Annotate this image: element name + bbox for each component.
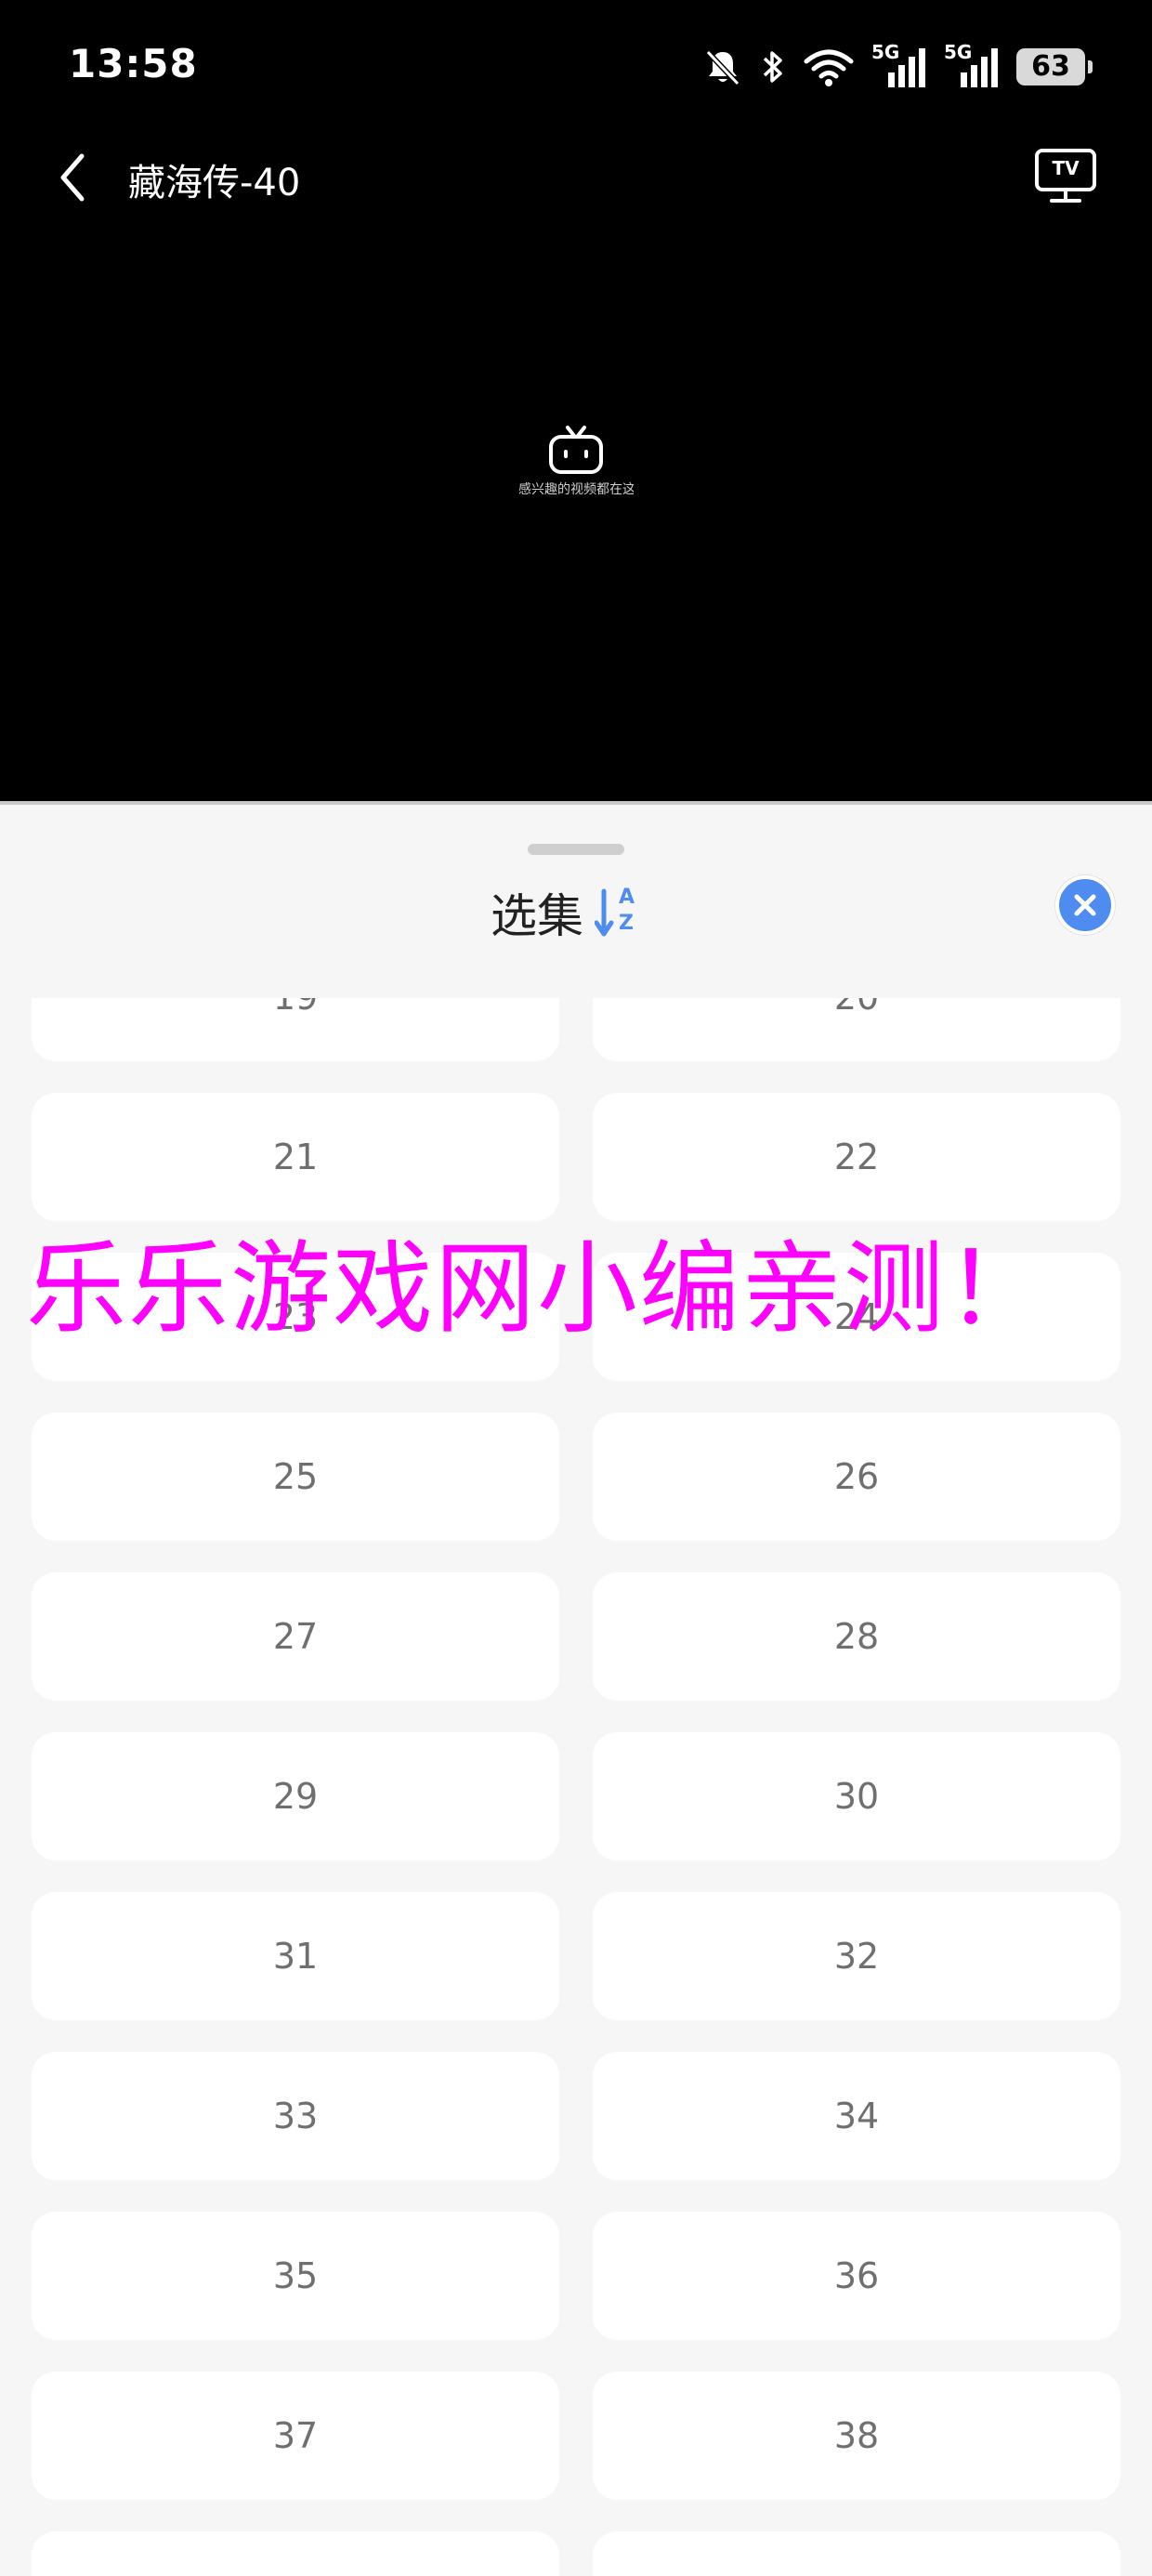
nav-bar: 藏海传-40 TV — [0, 139, 1152, 214]
close-icon — [1074, 894, 1096, 916]
episode-item[interactable]: 29 — [32, 1732, 559, 1860]
episode-label: 28 — [833, 1616, 880, 1657]
episode-grid: 19 20 21 22 23 24 25 26 27 28 29 30 31 32 33 34 35 36 37 38… — [32, 998, 1120, 2576]
episode-item[interactable]: 33 — [32, 2052, 559, 2180]
episode-label: 31 — [272, 1936, 319, 1977]
wifi-icon — [804, 49, 854, 86]
episode-sheet: 选集 A Z 19 20 21 22 23 24 25 26 27 28 29 30 31 32 33 34 3… — [0, 801, 1152, 2576]
episode-label: 20 — [834, 998, 879, 1018]
episode-item[interactable]: 20 — [593, 998, 1120, 1061]
episode-item[interactable]: 32 — [593, 1892, 1120, 2020]
episode-item[interactable]: 36 — [593, 2212, 1120, 2340]
video-title: 藏海传-40 — [128, 162, 301, 204]
episode-label: 33 — [272, 2096, 319, 2136]
close-sheet-button[interactable] — [1055, 875, 1115, 935]
episode-item[interactable]: 39 — [32, 2531, 559, 2576]
episode-label: 29 — [272, 1776, 319, 1817]
sheet-title: 选集 — [491, 889, 583, 943]
episode-label: 38 — [833, 2415, 880, 2456]
episode-item[interactable]: 38 — [593, 2372, 1120, 2500]
episode-label: 22 — [833, 1137, 880, 1177]
episode-item[interactable]: 27 — [32, 1572, 559, 1701]
episode-label: 24 — [833, 1296, 880, 1337]
sheet-header: 选集 A Z — [491, 875, 641, 950]
episode-item[interactable]: 19 — [32, 998, 559, 1061]
signal-5g-icon: 5G — [944, 41, 1000, 89]
status-bar: 13:58 5G 5G 63 — [0, 0, 1152, 139]
episode-label: 35 — [272, 2255, 319, 2296]
signal-5g-icon: 5G — [871, 41, 927, 89]
tv-cast-label: TV — [1052, 157, 1080, 179]
tv-cast-button[interactable]: TV — [1033, 147, 1098, 204]
sort-label-a: A — [619, 886, 635, 909]
episode-item[interactable]: 35 — [32, 2212, 559, 2340]
bluetooth-icon — [763, 51, 782, 83]
episode-item[interactable]: 23 — [32, 1253, 559, 1381]
sort-order-button[interactable]: A Z — [595, 886, 641, 940]
tv-logo-icon — [549, 426, 603, 474]
app-root: 13:58 5G 5G 63 藏海传-40 TV 感兴趣的视频都在这 选集 A … — [0, 0, 1152, 2576]
episode-label: 36 — [833, 2255, 880, 2296]
status-icons: 5G 5G 63 — [702, 41, 1093, 91]
episode-label: 19 — [273, 998, 318, 1018]
episode-label: 34 — [833, 2096, 880, 2136]
episode-item[interactable]: 24 — [593, 1253, 1120, 1381]
sheet-drag-handle[interactable] — [528, 844, 624, 855]
sort-label-z: Z — [619, 912, 634, 935]
episode-label: 27 — [272, 1616, 319, 1657]
episode-item[interactable]: 37 — [32, 2372, 559, 2500]
episode-item[interactable]: 26 — [593, 1413, 1120, 1541]
player-hint-text: 感兴趣的视频都在这里 — [518, 482, 634, 497]
episode-label: 26 — [833, 1456, 880, 1497]
episode-label: 25 — [272, 1456, 319, 1497]
chevron-left-icon[interactable] — [46, 145, 102, 210]
episode-item[interactable]: 34 — [593, 2052, 1120, 2180]
video-player-area[interactable]: 13:58 5G 5G 63 藏海传-40 TV 感兴趣的视频都在这 — [0, 0, 1152, 801]
episode-label: 30 — [833, 1776, 880, 1817]
episode-list[interactable]: 19 20 21 22 23 24 25 26 27 28 29 30 31 32 33 34 35 36 37 38… — [0, 998, 1152, 2576]
status-time: 13:58 — [69, 41, 198, 86]
episode-item[interactable]: 31 — [32, 1892, 559, 2020]
episode-label: 21 — [272, 1137, 319, 1177]
episode-item[interactable]: 21 — [32, 1093, 559, 1221]
episode-item[interactable]: 28 — [593, 1572, 1120, 1701]
episode-item[interactable]: 25 — [32, 1413, 559, 1541]
episode-item[interactable]: 30 — [593, 1732, 1120, 1860]
bell-off-icon — [705, 49, 740, 86]
battery-level: 63 — [1031, 50, 1070, 83]
episode-label: 23 — [272, 1296, 319, 1337]
episode-label: 32 — [833, 1936, 880, 1977]
episode-label: 37 — [272, 2415, 319, 2456]
battery-icon: 63 — [1016, 48, 1093, 85]
episode-item[interactable]: 40 — [593, 2531, 1120, 2576]
episode-item[interactable]: 22 — [593, 1093, 1120, 1221]
player-placeholder: 感兴趣的视频都在这里 — [502, 424, 650, 498]
